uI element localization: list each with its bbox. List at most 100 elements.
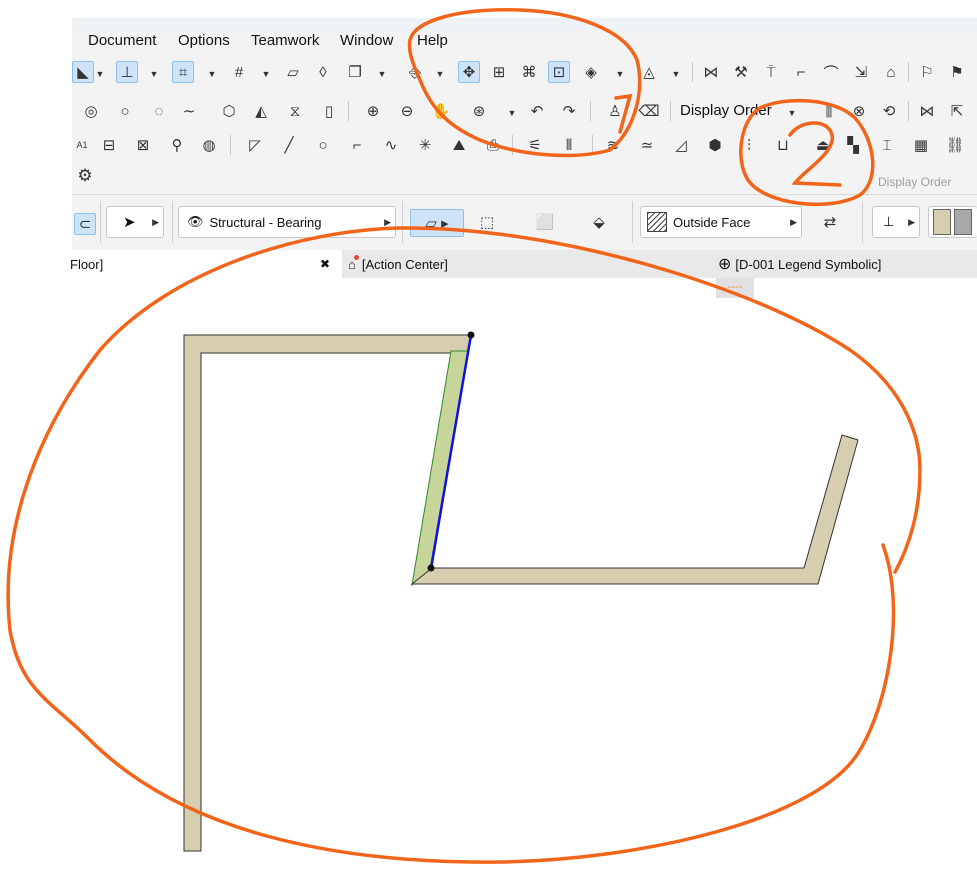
layer-selector[interactable]: 👁 Structural - Bearing ▶ xyxy=(178,206,396,238)
bring-forward-icon[interactable]: ⫼ xyxy=(818,100,840,122)
flag-icon[interactable]: ⚐ xyxy=(916,61,938,83)
guide-lines-icon[interactable]: ⊥ xyxy=(116,61,138,83)
close-icon[interactable]: ✖ xyxy=(320,257,330,271)
subtract-icon[interactable]: ○ xyxy=(114,100,136,122)
suspend-groups-icon[interactable]: ⎆ xyxy=(404,61,426,83)
line-icon[interactable]: ╱ xyxy=(278,134,300,156)
export-icon[interactable]: ⇱ xyxy=(946,100,968,122)
display-order-dropdown[interactable]: Display Order xyxy=(680,102,772,119)
i-beam-icon[interactable]: ⌶ xyxy=(876,134,898,156)
chevron-down-icon[interactable]: ▼ xyxy=(148,63,160,85)
hotspot-icon[interactable]: ✳ xyxy=(414,134,436,156)
chevron-down-icon[interactable]: ▼ xyxy=(434,63,446,85)
fill-icon[interactable]: ◍ xyxy=(198,134,220,156)
label-icon[interactable]: ⊟ xyxy=(98,134,120,156)
pan-hand-icon[interactable]: ✋ xyxy=(430,100,452,122)
chevron-down-icon[interactable]: ▼ xyxy=(506,102,518,124)
split-icon[interactable]: ⋈ xyxy=(700,61,722,83)
hammer-icon[interactable]: ⚒ xyxy=(730,61,752,83)
wall-bottom-right[interactable] xyxy=(410,434,859,585)
arrow-tool-button[interactable]: ➤ ▶ xyxy=(106,206,164,238)
send-backward-icon[interactable]: ⊗ xyxy=(848,100,870,122)
stair-icon[interactable]: ≋ xyxy=(602,134,624,156)
chevron-down-icon[interactable]: ▼ xyxy=(94,63,106,85)
wall-endpoint-handle[interactable] xyxy=(467,331,475,339)
magnet-icon[interactable]: ⊂ xyxy=(74,213,96,235)
camera-icon[interactable]: ⎙ xyxy=(482,134,504,156)
flip-direction-icon[interactable]: ⇄ xyxy=(810,211,850,233)
text-a1-icon[interactable]: A1 xyxy=(72,134,92,156)
lamp-icon[interactable]: ⏏ xyxy=(812,134,834,156)
walk-icon[interactable]: ♙ xyxy=(604,100,626,122)
door-icon[interactable]: ▚ xyxy=(842,134,864,156)
menu-help[interactable]: Help xyxy=(417,32,448,49)
xy-coordinates-icon[interactable]: ⌗ xyxy=(172,61,194,83)
menu-window[interactable]: Window xyxy=(340,32,393,49)
pin-icon[interactable]: ⚲ xyxy=(166,134,188,156)
column-pair-icon[interactable]: ⫴ xyxy=(558,134,580,156)
marquee-icon[interactable]: ⊡ xyxy=(548,61,570,83)
chevron-down-icon[interactable]: ▼ xyxy=(614,63,626,85)
floor-plan-drawing[interactable] xyxy=(0,278,977,871)
detail-icon[interactable]: ⚟ xyxy=(524,134,546,156)
angle-snap-icon[interactable]: ◣ xyxy=(72,61,94,83)
surface-icon[interactable]: ◊ xyxy=(312,61,334,83)
section-icon[interactable]: ◈ xyxy=(580,61,602,83)
layer-view-icon[interactable]: ❐ xyxy=(344,61,366,83)
trim-icon[interactable]: ⋈ xyxy=(916,100,938,122)
elevation-icon[interactable]: ⍑ xyxy=(760,61,782,83)
shell-icon[interactable]: ⬡ xyxy=(218,100,240,122)
chevron-down-icon[interactable]: ▼ xyxy=(376,63,388,85)
wall-endpoint-handle[interactable] xyxy=(427,564,435,572)
grid-snap-icon[interactable]: # xyxy=(228,61,250,83)
spline-draw-icon[interactable]: ∿ xyxy=(380,134,402,156)
reference-line-selector[interactable]: Outside Face ▶ xyxy=(640,206,802,238)
undo-zoom-icon[interactable]: ↶ xyxy=(526,100,548,122)
move-icon[interactable]: ✥ xyxy=(458,61,480,83)
corner-icon[interactable]: ⌐ xyxy=(790,61,812,83)
wall-geometry-trapezoid-icon[interactable]: ⬚ xyxy=(476,211,498,233)
menu-teamwork[interactable]: Teamwork xyxy=(251,32,319,49)
gear-icon[interactable]: ⚙ xyxy=(74,165,96,187)
menu-document[interactable]: Document xyxy=(88,32,156,49)
dimension-icon[interactable]: ⊞ xyxy=(488,61,510,83)
curve-edit-icon[interactable]: ⌒ xyxy=(820,61,842,83)
eraser-icon[interactable]: ⌫ xyxy=(638,100,660,122)
tab-legend-symbolic[interactable]: ⊕ [D-001 Legend Symbolic] xyxy=(718,250,977,278)
redo-zoom-icon[interactable]: ↷ xyxy=(558,100,580,122)
object-icon[interactable]: ⧖ xyxy=(284,100,306,122)
triangle-icon[interactable]: ◬ xyxy=(638,61,660,83)
link-icon[interactable]: ⛓ xyxy=(944,134,966,156)
ramp-icon[interactable]: ≃ xyxy=(636,134,658,156)
book-icon[interactable]: ▯ xyxy=(318,100,340,122)
circle-icon[interactable]: ○ xyxy=(312,134,334,156)
slab-icon[interactable]: ▱ xyxy=(282,61,304,83)
wall-geometry-polygon-icon[interactable]: ⬜ xyxy=(534,211,556,233)
spline-icon[interactable]: ∼ xyxy=(178,100,200,122)
wall-geometry-straight-button[interactable]: ▱ ▸ xyxy=(410,209,464,237)
composite-selector[interactable] xyxy=(928,206,977,238)
chevron-down-icon[interactable]: ▼ xyxy=(786,102,798,124)
morph-icon[interactable]: ◭ xyxy=(250,100,272,122)
rotate-icon[interactable]: ⟲ xyxy=(878,100,900,122)
chevron-down-icon[interactable]: ▼ xyxy=(206,63,218,85)
tab-floor-plan[interactable]: Floor] ✖ xyxy=(0,250,342,278)
hatch-icon[interactable]: ◸ xyxy=(244,134,266,156)
menu-options[interactable]: Options xyxy=(178,32,230,49)
intersection-icon[interactable]: ◌ xyxy=(148,100,170,122)
label-list-icon[interactable]: ⊠ xyxy=(132,134,154,156)
drawing-canvas[interactable] xyxy=(0,278,977,871)
roof-tool-icon[interactable]: ◿ xyxy=(670,134,692,156)
flag-list-icon[interactable]: ⚑ xyxy=(946,61,968,83)
intersect-icon[interactable]: ⌘ xyxy=(518,61,540,83)
chevron-down-icon[interactable]: ▼ xyxy=(670,63,682,85)
zoom-out-icon[interactable]: ⊖ xyxy=(396,100,418,122)
zoom-in-icon[interactable]: ⊕ xyxy=(362,100,384,122)
wall-geometry-slanted-icon[interactable]: ⬙ xyxy=(588,211,610,233)
wall-selected-slanted[interactable] xyxy=(411,350,469,587)
resize-icon[interactable]: ⇲ xyxy=(850,61,872,83)
chevron-down-icon[interactable]: ▼ xyxy=(260,63,272,85)
wall-left-l[interactable] xyxy=(183,334,473,852)
polyline-icon[interactable]: ⌐ xyxy=(346,134,368,156)
wall-height-button[interactable]: ⊥ ▶ xyxy=(872,206,920,238)
